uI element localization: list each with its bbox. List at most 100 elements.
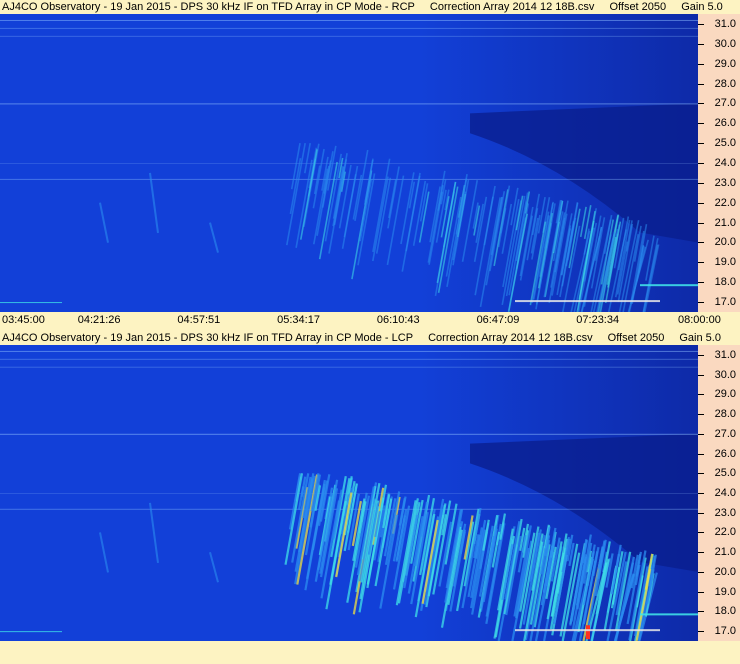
carrier-line [640,284,698,287]
x-tick-label: 04:57:51 [177,314,221,326]
y-tick-mark [698,262,704,264]
rcp-panel: AJ4CO Observatory - 19 Jan 2015 - DPS 30… [0,0,740,330]
lcp-title: AJ4CO Observatory - 19 Jan 2015 - DPS 30… [0,331,740,345]
rcp-title-gain: Gain 5.0 [681,1,723,13]
rcp-title-main: AJ4CO Observatory - 19 Jan 2015 - DPS 30… [2,1,415,13]
y-tick-label: 19.0 [714,585,736,598]
interference-line [0,27,698,29]
y-tick-label: 19.0 [714,256,736,269]
y-tick-mark [698,552,704,554]
y-tick-mark [698,23,704,25]
y-tick-label: 30.0 [714,37,736,50]
y-tick-mark [698,414,704,416]
lcp-title-offset: Offset 2050 [607,332,665,344]
y-tick-mark [698,631,704,633]
y-tick-mark [698,493,704,494]
y-tick-mark [698,512,704,514]
y-tick-label: 28.0 [714,77,736,90]
y-tick-mark [698,202,704,204]
lcp-spectrogram [0,345,698,641]
y-tick-label: 26.0 [714,447,736,460]
y-tick-label: 17.0 [714,625,736,638]
y-tick-mark [698,163,704,164]
rcp-title-offset: Offset 2050 [609,1,667,13]
interference-line [0,350,698,352]
interference-line [0,366,698,368]
y-tick-mark [698,242,704,244]
y-tick-mark [698,611,704,613]
x-tick-label: 03:45:00 [2,314,45,326]
lcp-title-main: AJ4CO Observatory - 19 Jan 2015 - DPS 30… [2,332,414,344]
x-tick-label: 06:47:09 [476,314,520,326]
y-tick-mark [698,571,704,573]
lcp-title-gain: Gain 5.0 [679,332,721,344]
y-tick-label: 23.0 [714,176,736,189]
rcp-title-correction: Correction Array 2014 12 18B.csv [429,1,595,13]
lcp-panel: AJ4CO Observatory - 19 Jan 2015 - DPS 30… [0,331,740,664]
y-tick-label: 31.0 [714,17,736,30]
interference-line [0,19,698,21]
rcp-spectrogram [0,14,698,312]
y-tick-label: 21.0 [714,546,736,559]
y-tick-mark [698,374,704,376]
lcp-spectrogram-svg [0,345,698,641]
y-tick-label: 17.0 [714,296,736,309]
y-tick-label: 26.0 [714,117,736,130]
y-tick-mark [698,433,704,435]
carrier-line [640,613,698,616]
y-tick-mark [698,43,704,45]
y-tick-label: 18.0 [714,605,736,618]
y-tick-label: 31.0 [714,348,736,361]
y-tick-mark [698,123,704,125]
y-tick-mark [698,222,704,224]
x-tick-label: 08:00:00 [678,314,721,326]
x-tick-label: 07:23:34 [576,314,620,326]
y-tick-mark [698,83,704,85]
y-tick-mark [698,302,704,304]
carrier-line [0,631,62,633]
y-tick-mark [698,591,704,593]
y-tick-label: 20.0 [714,565,736,578]
x-tick-label: 06:10:43 [376,314,420,326]
interference-line [0,163,698,164]
y-tick-mark [698,282,704,284]
lcp-title-correction: Correction Array 2014 12 18B.csv [428,332,593,344]
rcp-spectrogram-svg [0,14,698,312]
y-tick-mark [698,103,704,105]
y-tick-label: 24.0 [714,487,736,499]
y-tick-mark [698,394,704,396]
y-tick-mark [698,354,704,356]
y-tick-label: 22.0 [714,196,736,209]
carrier-line [0,302,62,304]
y-tick-label: 29.0 [714,388,736,401]
interference-line [0,35,698,37]
interference-line [0,358,698,360]
y-tick-mark [698,473,704,475]
x-tick-label: 04:21:26 [77,314,121,326]
rcp-x-axis: 03:45:00 04:21:26 04:57:51 05:34:17 06:10:43… [0,312,740,330]
y-tick-label: 23.0 [714,506,736,519]
y-tick-label: 25.0 [714,137,736,150]
y-tick-mark [698,532,704,534]
y-tick-label: 29.0 [714,57,736,70]
y-tick-label: 21.0 [714,216,736,229]
interference-line [0,103,698,105]
y-tick-label: 28.0 [714,408,736,421]
y-tick-label: 27.0 [714,97,736,110]
carrier-line [515,300,660,303]
y-tick-mark [698,63,704,65]
y-tick-label: 22.0 [714,526,736,539]
y-tick-label: 24.0 [714,157,736,169]
x-tick-label: 05:34:17 [277,314,320,326]
y-tick-mark [698,453,704,455]
carrier-line [515,629,660,632]
rcp-title: AJ4CO Observatory - 19 Jan 2015 - DPS 30… [0,0,740,14]
peak-spot [586,625,590,640]
y-tick-label: 20.0 [714,236,736,249]
rcp-y-axis: 31.0 30.0 29.0 28.0 27.0 26.0 25.0 24.0 23.0 22.0… [698,14,740,312]
interference-line [0,433,698,435]
y-tick-mark [698,182,704,184]
y-tick-label: 25.0 [714,467,736,480]
y-tick-label: 30.0 [714,368,736,381]
y-tick-mark [698,143,704,145]
